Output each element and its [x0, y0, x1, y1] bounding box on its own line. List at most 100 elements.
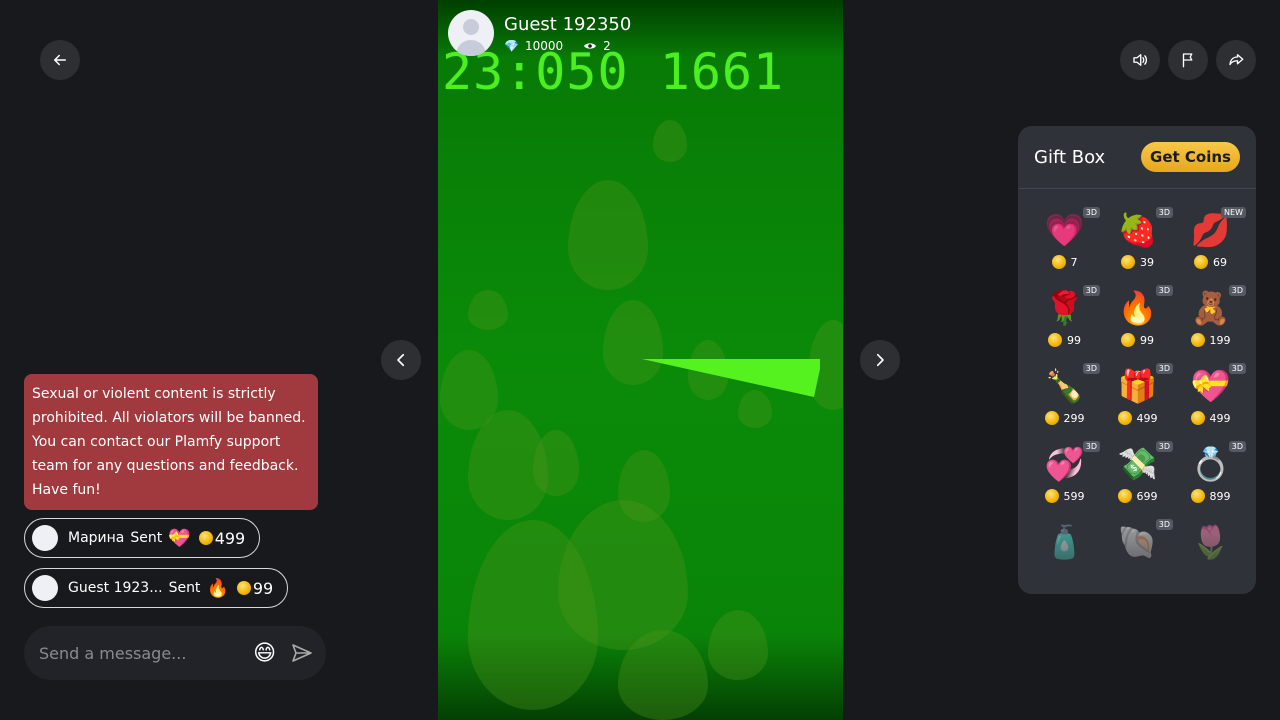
share-button[interactable]	[1216, 40, 1256, 80]
coin-icon	[1117, 489, 1132, 503]
coin-icon	[1190, 411, 1205, 425]
gift-grid: 3D 💗 7 3D 🍓 39 NEW 💋 69 3D 🌹 99 3D 🔥 99 3D 🧸 199 3D 🍾 299 3D 🎁…	[1018, 189, 1256, 587]
speaker-icon	[1133, 54, 1148, 66]
rose-icon: 🌹	[1044, 289, 1085, 327]
money-stack-icon: 💸	[1117, 445, 1158, 483]
gift-item-rose[interactable]: 3D 🌹 99	[1028, 281, 1101, 353]
gift-badge: 3D	[1155, 285, 1173, 296]
emoji-icon[interactable]: 😄	[253, 641, 276, 666]
previous-stream-button[interactable]	[381, 340, 421, 380]
report-button[interactable]	[1168, 40, 1208, 80]
gift-price: 7	[1070, 255, 1078, 269]
gift-item-lips[interactable]: NEW 💋 69	[1174, 203, 1247, 275]
green-triangle-shape	[642, 359, 820, 397]
coin-icon	[1190, 333, 1205, 347]
gift-item-diamond-ring[interactable]: 3D 💍 899	[1174, 437, 1247, 509]
flag-icon	[1182, 53, 1193, 68]
coin-icon	[1044, 411, 1059, 425]
next-stream-button[interactable]	[860, 340, 900, 380]
viewer-count: 2	[603, 39, 611, 53]
gift-price: 99	[1140, 333, 1154, 347]
coin-icon	[1048, 333, 1062, 347]
coin-icon	[1194, 255, 1208, 269]
gift-badge: 3D	[1082, 207, 1100, 218]
coin-icon	[1117, 411, 1132, 425]
gift-message: Guest 1923... Sent 🔥 99	[24, 568, 289, 608]
gift-badge: 3D	[1082, 285, 1100, 296]
gift-list-fade	[1018, 534, 1256, 594]
gift-price: 699	[1136, 489, 1158, 503]
gift-price: 199	[1209, 333, 1231, 347]
sender-name: Марина	[68, 530, 125, 546]
coin-icon	[1121, 255, 1135, 269]
streamer-name: Guest 192350	[504, 14, 632, 35]
gift-price: 99	[1067, 333, 1081, 347]
gift-item-fire[interactable]: 3D 🔥 99	[1101, 281, 1174, 353]
coin-icon	[1051, 255, 1066, 269]
heart-lock-icon: 💝	[168, 527, 191, 549]
sound-button[interactable]	[1120, 40, 1160, 80]
gift-item-heart-chocolate-box[interactable]: 3D 🎁 499	[1101, 359, 1174, 431]
hearts-balloons-icon: 💞	[1044, 445, 1085, 483]
gift-box-title: Gift Box	[1034, 146, 1106, 168]
teddy-bear-icon: 🧸	[1190, 289, 1231, 327]
diamond-count: 10000	[524, 39, 564, 53]
gift-price: 499	[1136, 411, 1158, 425]
heart-chocolate-box-icon: 🎁	[1117, 367, 1158, 405]
fire-icon: 🔥	[1117, 289, 1158, 327]
gift-item-chocolate-strawberry[interactable]: 3D 🍓 39	[1101, 203, 1174, 275]
heart-lock-icon: 💝	[1190, 367, 1231, 405]
gift-badge: 3D	[1155, 441, 1173, 452]
avatar	[32, 575, 58, 601]
flame-decoration	[533, 430, 579, 496]
gift-badge: 3D	[1228, 285, 1246, 296]
gift-badge: 3D	[1155, 363, 1173, 374]
chevron-left-icon	[397, 353, 405, 367]
flame-decoration	[708, 610, 768, 680]
chocolate-strawberry-icon: 🍓	[1117, 211, 1158, 249]
share-icon	[1229, 54, 1244, 66]
flame-decoration	[568, 180, 648, 290]
rules-notice: Sexual or violent content is strictly pr…	[24, 374, 318, 510]
gift-price: 39	[1140, 255, 1154, 269]
gift-price: 299	[1063, 411, 1085, 425]
gift-item-follow-me-heart[interactable]: 3D 💗 7	[1028, 203, 1101, 275]
gift-item-champagne[interactable]: 3D 🍾 299	[1028, 359, 1101, 431]
chevron-right-icon	[876, 353, 884, 367]
gift-amount: 99	[252, 578, 274, 598]
flame-decoration	[468, 290, 508, 330]
message-composer: 😄	[24, 626, 326, 680]
streamer-header: Guest 192350 💎 10000 2	[448, 10, 631, 56]
follow-me-heart-icon: 💗	[1044, 211, 1085, 249]
get-coins-button[interactable]: Get Coins	[1141, 142, 1240, 172]
sent-label: Sent	[168, 580, 201, 596]
flame-decoration	[558, 500, 688, 650]
gift-amount: 499	[214, 528, 246, 548]
flame-decoration	[653, 120, 687, 162]
gift-badge: 3D	[1228, 441, 1246, 452]
gift-message: Марина Sent 💝 499	[24, 518, 261, 558]
gift-price: 499	[1209, 411, 1231, 425]
eye-icon	[584, 43, 597, 49]
gift-badge: 3D	[1082, 363, 1100, 374]
gift-badge: 3D	[1228, 363, 1246, 374]
gift-price: 599	[1063, 489, 1085, 503]
gift-badge: 3D	[1082, 441, 1100, 452]
sent-label: Sent	[130, 530, 163, 546]
gift-item-heart-lock[interactable]: 3D 💝 499	[1174, 359, 1247, 431]
gift-item-teddy-bear[interactable]: 3D 🧸 199	[1174, 281, 1247, 353]
send-icon[interactable]	[290, 641, 314, 665]
avatar[interactable]	[448, 10, 494, 56]
gift-badge: NEW	[1221, 207, 1246, 218]
live-video-stage[interactable]: 23:050 1661	[438, 0, 843, 720]
avatar	[32, 525, 58, 551]
gift-item-hearts-balloons[interactable]: 3D 💞 599	[1028, 437, 1101, 509]
gift-price: 899	[1209, 489, 1231, 503]
coin-icon	[1044, 489, 1059, 503]
arrow-left-icon	[54, 54, 66, 66]
message-input[interactable]	[37, 642, 246, 664]
gift-box-panel: Gift Box Get Coins 3D 💗 7 3D 🍓 39 NEW 💋 69 3D 🌹 99 3…	[1018, 126, 1256, 594]
user-silhouette-icon	[456, 19, 486, 56]
back-button[interactable]	[40, 40, 80, 80]
gift-item-money-stack[interactable]: 3D 💸 699	[1101, 437, 1174, 509]
